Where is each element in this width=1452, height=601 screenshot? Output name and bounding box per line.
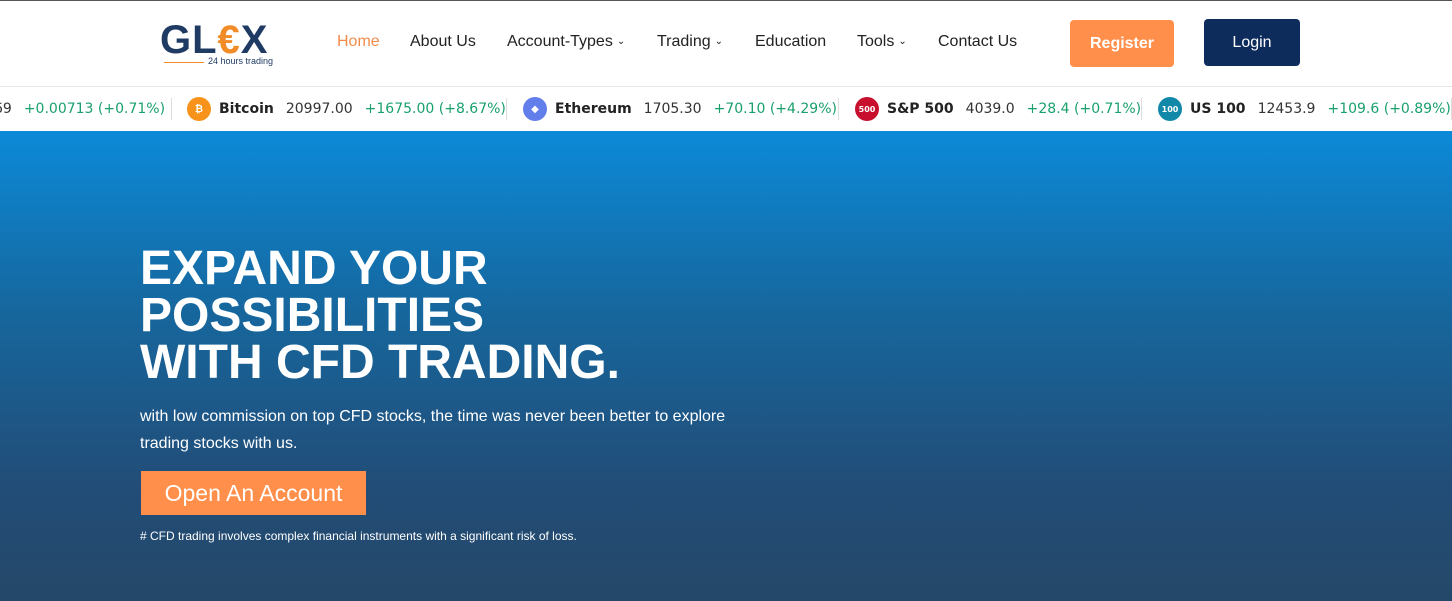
ticker-item-ethereum[interactable]: ◆ Ethereum 1705.30 +70.10 (+4.29%) bbox=[523, 87, 837, 130]
glex-logo[interactable]: GL€X 24 hours trading bbox=[160, 18, 285, 70]
chevron-down-icon: ⌄ bbox=[898, 36, 907, 47]
chevron-down-icon: ⌄ bbox=[714, 36, 724, 47]
nav-education[interactable]: Education bbox=[755, 31, 826, 53]
ticker-name: Bitcoin bbox=[219, 101, 274, 117]
ticker-change: +70.10 (+4.29%) bbox=[713, 101, 837, 117]
ticker-item[interactable]: 69 +0.00713 (+0.71%) bbox=[0, 87, 165, 130]
ticker-name: S&P 500 bbox=[887, 101, 954, 117]
ticker-price: 20997.00 bbox=[285, 101, 353, 117]
chevron-down-icon: ⌄ bbox=[616, 36, 626, 47]
sp500-icon: 500 bbox=[855, 97, 879, 121]
hero-section: EXPAND YOUR POSSIBILITIES WITH CFD TRADI… bbox=[0, 131, 1452, 601]
ticker-change: +0.00713 (+0.71%) bbox=[23, 101, 166, 117]
ticker-divider bbox=[838, 98, 839, 120]
logo-tagline: 24 hours trading bbox=[208, 56, 274, 66]
nav-contact-us[interactable]: Contact Us bbox=[938, 31, 1017, 53]
ticker-price: 4039.0 bbox=[965, 101, 1015, 117]
nav-tools[interactable]: Tools ⌄ bbox=[857, 31, 907, 55]
hero-title: EXPAND YOUR POSSIBILITIES WITH CFD TRADI… bbox=[140, 242, 620, 389]
ticker-divider bbox=[1141, 98, 1142, 120]
ticker-change: +28.4 (+0.71%) bbox=[1026, 101, 1142, 117]
login-button[interactable]: Login bbox=[1204, 19, 1300, 66]
ticker-change: +109.6 (+0.89%) bbox=[1327, 101, 1451, 117]
nav-trading[interactable]: Trading ⌄ bbox=[657, 31, 723, 55]
ticker-name: US 100 bbox=[1190, 101, 1246, 117]
ticker-divider bbox=[506, 98, 507, 120]
ticker-divider bbox=[171, 98, 172, 120]
nav-about-us[interactable]: About Us bbox=[410, 31, 476, 53]
ticker-item-us100[interactable]: 100 US 100 12453.9 +109.6 (+0.89%) bbox=[1158, 87, 1451, 130]
hero-subtitle: with low commission on top CFD stocks, t… bbox=[140, 408, 726, 452]
risk-disclaimer: # CFD trading involves complex financial… bbox=[140, 529, 577, 543]
register-button[interactable]: Register bbox=[1070, 20, 1174, 67]
nav-account-types[interactable]: Account-Types ⌄ bbox=[507, 31, 625, 55]
ticker-item-sp500[interactable]: 500 S&P 500 4039.0 +28.4 (+0.71%) bbox=[855, 87, 1141, 130]
logo-underline bbox=[164, 62, 204, 63]
ticker-price: 12453.9 bbox=[1257, 101, 1316, 117]
nav-home[interactable]: Home bbox=[337, 31, 380, 53]
ticker-price: 69 bbox=[0, 101, 12, 117]
ticker-price: 1705.30 bbox=[643, 101, 702, 117]
open-account-button[interactable]: Open An Account bbox=[141, 471, 366, 515]
ticker-change: +1675.00 (+8.67%) bbox=[364, 101, 506, 117]
us100-icon: 100 bbox=[1158, 97, 1182, 121]
ticker-name: Ethereum bbox=[555, 101, 632, 117]
site-header: GL€X 24 hours trading Home About Us Acco… bbox=[0, 1, 1452, 85]
market-ticker: 69 +0.00713 (+0.71%) ₿ Bitcoin 20997.00 … bbox=[0, 86, 1452, 130]
ticker-item-bitcoin[interactable]: ₿ Bitcoin 20997.00 +1675.00 (+8.67%) bbox=[187, 87, 506, 130]
ethereum-icon: ◆ bbox=[523, 97, 547, 121]
bitcoin-icon: ₿ bbox=[187, 97, 211, 121]
